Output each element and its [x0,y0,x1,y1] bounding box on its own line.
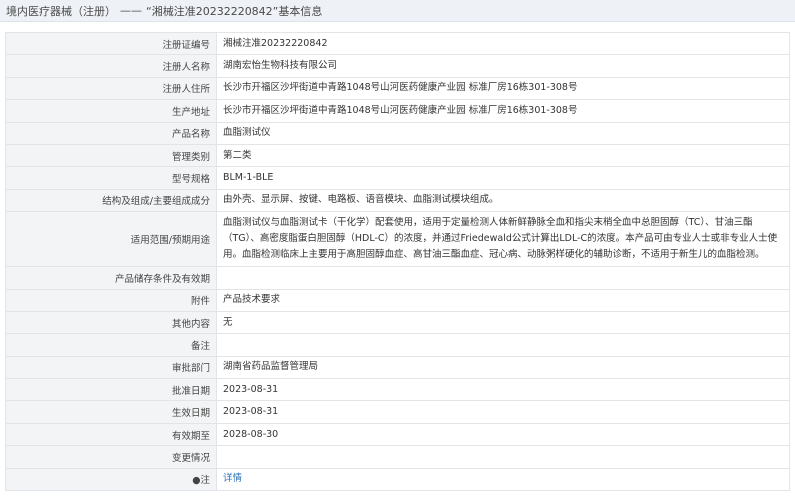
table-row: 批准日期 2023-08-31 [5,378,790,402]
table-row: 审批部门 湖南省药品监督管理局 [5,355,790,380]
table-row: 附件 产品技术要求 [5,288,790,312]
field-label: 生产地址 [5,99,217,123]
field-label: 产品名称 [5,121,217,145]
table-row: 注册人名称 湖南宏怡生物科技有限公司 [5,54,790,78]
field-label: 变更情况 [5,445,217,469]
field-label: 审批部门 [5,355,217,380]
table-row: 备注 [5,333,790,357]
field-value: 2023-08-31 [216,400,790,424]
table-row: 变更情况 [5,445,790,469]
field-value: 长沙市开福区沙坪街道中青路1048号山河医药健康产业园 标准厂房16栋301-3… [216,99,790,123]
table-row: 型号规格 BLM-1-BLE [5,166,790,190]
table-row: 产品储存条件及有效期 [5,266,790,290]
page-header: 境内医疗器械（注册） —— “湘械注准20232220842”基本信息 [0,0,795,22]
field-value: 第二类 [216,143,790,168]
field-label: ●注 [5,467,217,492]
table-row: 生产地址 长沙市开福区沙坪街道中青路1048号山河医药健康产业园 标准厂房16栋… [5,99,790,123]
field-value: 产品技术要求 [216,288,790,312]
field-label: 注册人名称 [5,54,217,78]
table-row: 注册人住所 长沙市开福区沙坪街道中青路1048号山河医药健康产业园 标准厂房16… [5,76,790,101]
table-row: 注册证编号 湘械注准20232220842 [5,31,790,56]
field-label: 注册证编号 [5,31,217,56]
details-link[interactable]: 详情 [223,473,242,484]
field-value: 无 [216,310,790,335]
table-row: 结构及组成/主要组成成分 由外壳、显示屏、按键、电路板、语音模块、血脂测试模块组… [5,188,790,213]
field-label: 注册人住所 [5,76,217,101]
field-value: 2023-08-31 [216,378,790,402]
field-value [216,445,790,469]
field-value: 血脂测试仪与血脂测试卡（干化学）配套使用，适用于定量检测人体新鲜静脉全血和指尖末… [216,211,790,268]
field-label: 备注 [5,333,217,357]
field-value: 血脂测试仪 [216,121,790,145]
field-value: BLM-1-BLE [216,166,790,190]
header-separator: —— [120,4,142,17]
field-label: 生效日期 [5,400,217,424]
field-label: 批准日期 [5,378,217,402]
table-row: 产品名称 血脂测试仪 [5,121,790,145]
field-value: 湖南宏怡生物科技有限公司 [216,54,790,78]
table-row: 适用范围/预期用途 血脂测试仪与血脂测试卡（干化学）配套使用，适用于定量检测人体… [5,211,790,268]
field-value: 长沙市开福区沙坪街道中青路1048号山河医药健康产业园 标准厂房16栋301-3… [216,76,790,101]
field-value: 2028-08-30 [216,422,790,447]
table-row: 管理类别 第二类 [5,143,790,168]
registration-info-table: 注册证编号 湘械注准20232220842 注册人名称 湖南宏怡生物科技有限公司… [5,31,790,492]
field-value: 湘械注准20232220842 [216,31,790,56]
field-label: 其他内容 [5,310,217,335]
field-label: 型号规格 [5,166,217,190]
field-label: 有效期至 [5,422,217,447]
table-row: 有效期至 2028-08-30 [5,422,790,447]
field-label: 适用范围/预期用途 [5,211,217,268]
field-label: 管理类别 [5,143,217,168]
field-value [216,333,790,357]
field-label: 产品储存条件及有效期 [5,266,217,290]
table-row: 生效日期 2023-08-31 [5,400,790,424]
header-category: 境内医疗器械（注册） [6,4,116,18]
page-title: “湘械注准20232220842”基本信息 [146,4,323,18]
table-row: 其他内容 无 [5,310,790,335]
table-row: ●注 详情 [5,467,790,492]
field-value: 湖南省药品监督管理局 [216,355,790,380]
field-label: 附件 [5,288,217,312]
field-value [216,266,790,290]
field-value: 详情 [216,467,790,492]
field-value: 由外壳、显示屏、按键、电路板、语音模块、血脂测试模块组成。 [216,188,790,213]
field-label: 结构及组成/主要组成成分 [5,188,217,213]
